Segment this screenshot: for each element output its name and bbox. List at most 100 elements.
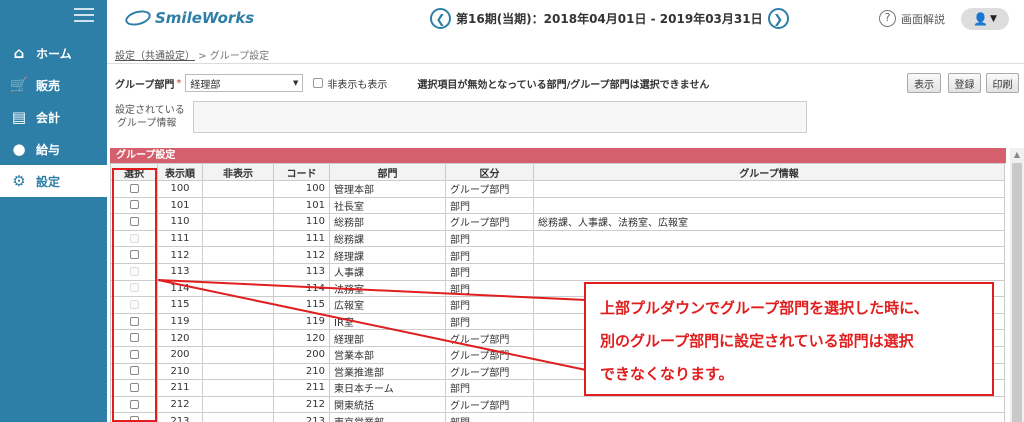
sidebar-item-label: 設定 — [36, 174, 61, 189]
group-dept-label: グループ部門 — [115, 79, 175, 91]
help-link[interactable]: ? 画面解説 — [879, 10, 945, 27]
table-row: 113 113 人事課 部門 — [110, 262, 1005, 281]
logo-swirl-icon — [123, 7, 153, 29]
table-row: 110 110 総務部 グループ部門 総務課、人事課、法務室、広報室 — [110, 213, 1005, 231]
column-header: グループ情報 — [533, 163, 1005, 181]
column-header: コード — [273, 163, 330, 181]
group-info-field — [193, 101, 807, 133]
cell-dept: 総務部 — [329, 213, 446, 231]
gear-icon: ⚙ — [12, 172, 26, 190]
sidebar-item-2[interactable]: ▤ 会計 — [0, 101, 107, 133]
sidebar-item-3[interactable]: ● 給与 — [0, 133, 107, 165]
help-label: 画面解説 — [901, 12, 945, 26]
period-selector: ❮ 第16期(当期)：2018年04月01日 - 2019年03月31日 ❯ — [430, 8, 789, 29]
cell-kind: 部門 — [445, 379, 534, 397]
cell-order: 119 — [157, 312, 203, 331]
cell-info — [533, 180, 1005, 198]
selection-highlight-box — [112, 168, 157, 422]
user-icon: 👤 — [973, 12, 989, 26]
cell-kind: 部門 — [445, 262, 534, 281]
cell-hidden — [202, 262, 274, 281]
cell-code: 212 — [273, 395, 330, 414]
money-bag-icon: ● — [12, 140, 26, 158]
cell-hidden — [202, 412, 274, 422]
cell-hidden — [202, 279, 274, 298]
cell-info — [533, 412, 1005, 422]
question-icon: ? — [879, 10, 896, 27]
breadcrumb-current: グループ設定 — [209, 51, 270, 62]
cell-dept: 営業本部 — [329, 345, 446, 364]
scroll-up-icon[interactable]: ▲ — [1010, 148, 1024, 162]
cell-order: 212 — [157, 395, 203, 414]
sidebar-item-0[interactable]: ⌂ ホーム — [0, 37, 107, 69]
cart-icon: 🛒 — [9, 76, 29, 94]
cell-info — [533, 262, 1005, 281]
group-dept-value: 経理部 — [190, 79, 221, 91]
cell-kind: グループ部門 — [445, 345, 534, 364]
cell-kind: 部門 — [445, 279, 534, 298]
cell-hidden — [202, 379, 274, 397]
cell-code: 113 — [273, 262, 330, 281]
logo[interactable]: SmileWorks — [123, 7, 254, 29]
cell-kind: 部門 — [445, 246, 534, 264]
cell-dept: 人事課 — [329, 262, 446, 281]
cell-code: 112 — [273, 246, 330, 264]
period-label: 第16期(当期)：2018年04月01日 - 2019年03月31日 — [456, 12, 763, 26]
cell-info — [533, 229, 1005, 248]
sidebar-item-4[interactable]: ⚙ 設定 — [0, 165, 107, 197]
divider — [107, 63, 1024, 64]
cell-dept: 東日本チーム — [329, 379, 446, 397]
cell-order: 110 — [157, 213, 203, 231]
table-row: 101 101 社長室 部門 — [110, 196, 1005, 215]
sidebar-item-1[interactable]: 🛒 販売 — [0, 69, 107, 101]
table-row: 212 212 関東統括 グループ部門 — [110, 395, 1005, 414]
table-row: 112 112 経理課 部門 — [110, 246, 1005, 264]
user-menu-button[interactable]: 👤 ▼ — [961, 8, 1009, 30]
sidebar: ⌂ ホーム 🛒 販売 ▤ 会計 ● 給与 ⚙ 設定 — [0, 0, 107, 422]
cell-order: 112 — [157, 246, 203, 264]
column-header: 区分 — [445, 163, 534, 181]
show-hidden-checkbox[interactable] — [313, 78, 324, 88]
prev-period-button[interactable]: ❮ — [430, 8, 451, 29]
cell-code: 101 — [273, 196, 330, 215]
panel-title: グループ設定 — [110, 148, 1006, 163]
cell-kind: 部門 — [445, 229, 534, 248]
cell-dept: 経理課 — [329, 246, 446, 264]
cell-code: 213 — [273, 412, 330, 422]
cell-kind: グループ部門 — [445, 395, 534, 414]
cell-order: 211 — [157, 379, 203, 397]
cell-order: 200 — [157, 345, 203, 364]
next-period-button[interactable]: ❯ — [767, 8, 789, 29]
cell-dept: 東京営業部 — [329, 412, 446, 422]
sidebar-item-label: 会計 — [36, 110, 61, 125]
breadcrumb-parent-link[interactable]: 設定（共通設定） — [115, 51, 195, 62]
show-button[interactable]: 表示 — [907, 73, 941, 93]
print-button[interactable]: 印刷 — [986, 73, 1019, 93]
callout-box: 上部プルダウンでグループ部門を選択した時に、 別のグループ部門に設定されている部… — [584, 282, 994, 396]
breadcrumb: 設定（共通設定） > グループ設定 — [115, 47, 269, 62]
cell-dept: 社長室 — [329, 196, 446, 215]
cell-info: 総務課、人事課、法務室、広報室 — [533, 213, 1005, 231]
group-dept-select[interactable]: 経理部 ▼ — [185, 74, 304, 92]
vertical-scrollbar[interactable]: ▲ — [1010, 148, 1024, 422]
column-header: 表示順 — [157, 163, 203, 181]
table-header-row: 選択 表示順 非表示 コード 部門 区分 グループ情報 — [110, 163, 1005, 181]
register-button[interactable]: 登録 — [948, 73, 981, 93]
sidebar-item-label: ホーム — [36, 46, 72, 61]
cell-hidden — [202, 296, 274, 314]
cell-hidden — [202, 395, 274, 414]
sidebar-item-label: 販売 — [36, 78, 61, 93]
cell-order: 111 — [157, 229, 203, 248]
required-mark: * — [176, 77, 182, 89]
cell-kind: 部門 — [445, 196, 534, 215]
cell-hidden — [202, 345, 274, 364]
cell-code: 114 — [273, 279, 330, 298]
menu-icon[interactable] — [74, 8, 94, 22]
cell-order: 114 — [157, 279, 203, 298]
cell-code: 200 — [273, 345, 330, 364]
cell-kind: グループ部門 — [445, 180, 534, 198]
scroll-thumb[interactable] — [1012, 163, 1022, 422]
cell-order: 100 — [157, 180, 203, 198]
cell-dept: 関東統括 — [329, 395, 446, 414]
filter-row: グループ部門 * 経理部 ▼ 非表示も表示 選択項目が無効となっている部門/グル… — [115, 74, 709, 92]
